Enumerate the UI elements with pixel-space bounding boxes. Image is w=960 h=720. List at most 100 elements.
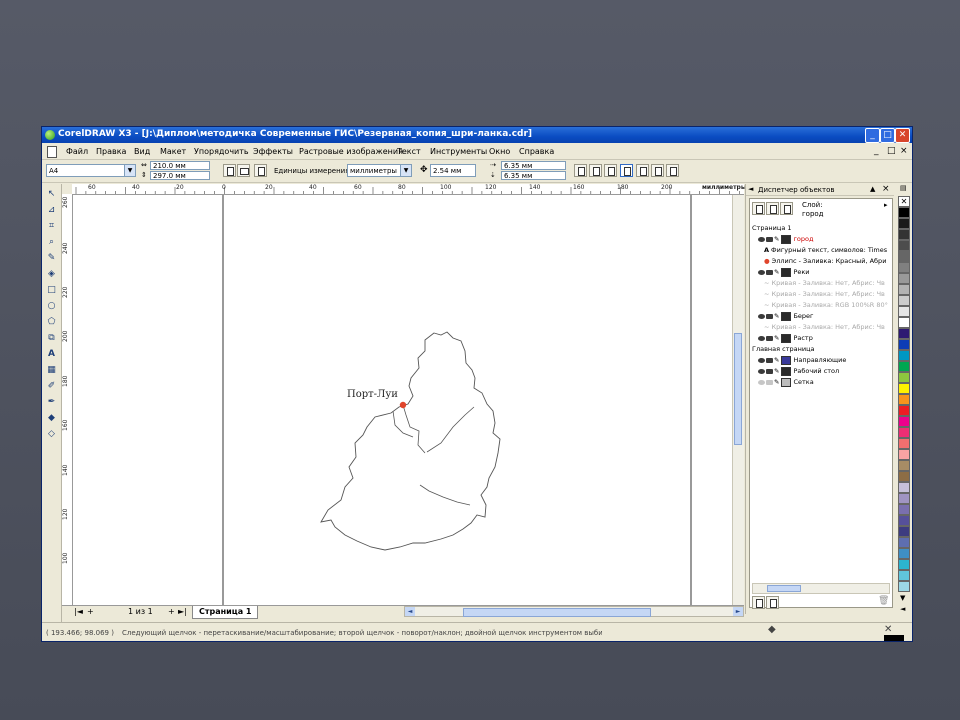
layer-manager-view-button[interactable] [780, 202, 793, 215]
pencil-icon[interactable]: ✎ [774, 312, 779, 320]
fill-tool[interactable]: ◆ [45, 412, 58, 425]
color-swatch[interactable] [898, 383, 910, 394]
eye-icon[interactable] [758, 368, 765, 374]
color-swatch[interactable] [898, 548, 910, 559]
doc-restore-button[interactable]: □ [887, 146, 896, 156]
show-properties-button[interactable] [752, 202, 765, 215]
ruler-left[interactable]: 260 240 220 200 180 160 140 120 100 [62, 194, 73, 605]
pencil-icon[interactable]: ✎ [774, 378, 779, 386]
snap-guides-button[interactable] [589, 164, 602, 177]
edit-across-layers-button[interactable] [766, 202, 779, 215]
color-swatch[interactable] [898, 372, 910, 383]
rectangle-tool[interactable]: □ [45, 284, 58, 297]
layer-color-swatch[interactable] [781, 333, 792, 343]
duplicate-x-field[interactable]: 6.35 мм [501, 161, 566, 170]
add-page-before-button[interactable]: + [87, 606, 94, 618]
tree-item[interactable]: ✎ город [750, 234, 898, 244]
color-swatch[interactable] [898, 284, 910, 295]
horizontal-scrollbar[interactable]: ◄ ► [404, 606, 744, 617]
snap-grid-button[interactable] [574, 164, 587, 177]
tree-item[interactable]: Главная страница [750, 344, 892, 354]
docker-collapse-button[interactable]: ▲ [870, 185, 875, 193]
menu-file[interactable]: Файл [66, 147, 88, 156]
options-button[interactable] [651, 164, 664, 177]
drawing-canvas[interactable]: Порт-Луи [73, 195, 743, 605]
tree-item[interactable]: Страница 1 [750, 223, 892, 233]
page-width-field[interactable]: 210.0 мм [150, 161, 210, 170]
first-page-button[interactable]: |◄ [74, 606, 83, 618]
menu-edit[interactable]: Правка [96, 147, 126, 156]
nudge-field[interactable]: 2.54 мм [430, 164, 476, 177]
portrait-button[interactable] [223, 164, 236, 177]
docker-menu-button[interactable]: ▸ [884, 201, 888, 209]
outline-tool[interactable]: ✒ [45, 396, 58, 409]
paper-size-select[interactable]: A4 ▼ [46, 164, 136, 177]
layer-color-swatch[interactable] [781, 355, 792, 365]
interactive-fill-tool[interactable]: ◇ [45, 428, 58, 441]
menu-view[interactable]: Вид [134, 147, 150, 156]
polygon-tool[interactable]: ⬠ [45, 316, 58, 329]
treat-as-filled-button[interactable] [636, 164, 649, 177]
pencil-icon[interactable]: ✎ [774, 356, 779, 364]
scroll-right-arrow[interactable]: ► [733, 607, 743, 616]
printer-icon[interactable] [766, 379, 773, 385]
color-swatch[interactable] [898, 493, 910, 504]
all-pages-button[interactable] [254, 164, 267, 177]
color-swatch[interactable] [898, 339, 910, 350]
ruler-top[interactable]: 60 40 20 0 20 40 60 80 100 120 140 160 1… [72, 184, 746, 195]
pencil-icon[interactable]: ✎ [774, 235, 779, 243]
tree-item[interactable]: ~ Кривая - Заливка: Нет, Абрис: Чв [750, 278, 904, 288]
interactive-blend-tool[interactable]: ▦ [45, 364, 58, 377]
maximize-button[interactable]: □ [880, 128, 895, 143]
color-swatch[interactable] [898, 460, 910, 471]
color-swatch[interactable] [898, 240, 910, 251]
no-color-swatch[interactable]: ✕ [898, 196, 910, 207]
tree-item[interactable]: ✎ Направляющие [750, 355, 898, 365]
color-swatch[interactable] [898, 482, 910, 493]
eye-icon[interactable] [758, 335, 765, 341]
eye-icon[interactable] [758, 357, 765, 363]
title-bar[interactable]: CorelDRAW X3 - [J:\Диплом\методичка Совр… [42, 127, 912, 143]
pencil-icon[interactable]: ✎ [774, 367, 779, 375]
color-swatch[interactable] [898, 559, 910, 570]
color-swatch[interactable] [898, 449, 910, 460]
eyedropper-tool[interactable]: ✐ [45, 380, 58, 393]
menu-help[interactable]: Справка [519, 147, 554, 156]
palette-menu-icon[interactable]: ▤ [900, 184, 907, 192]
new-master-layer-button[interactable] [766, 596, 779, 609]
menu-arrange[interactable]: Упорядочить [194, 147, 249, 156]
color-swatch[interactable] [898, 405, 910, 416]
palette-scroll-down[interactable]: ▼ [900, 594, 905, 602]
scale-button[interactable] [666, 164, 679, 177]
color-swatch[interactable] [898, 273, 910, 284]
menu-effects[interactable]: Эффекты [253, 147, 293, 156]
document-icon[interactable] [47, 146, 57, 158]
pick-tool[interactable]: ↖ [45, 188, 58, 201]
color-swatch[interactable] [898, 317, 910, 328]
menu-text[interactable]: Текст [397, 147, 421, 156]
eye-icon[interactable] [758, 379, 765, 385]
port-louis-marker[interactable] [399, 401, 407, 409]
color-swatch[interactable] [898, 328, 910, 339]
color-swatch[interactable] [898, 295, 910, 306]
zoom-tool[interactable]: ⌕ [45, 236, 58, 249]
color-swatch[interactable] [898, 229, 910, 240]
tree-item[interactable]: ✎ Берег [750, 311, 898, 321]
tree-item[interactable]: ✎ Рабочий стол [750, 366, 898, 376]
menu-window[interactable]: Окно [489, 147, 510, 156]
color-swatch[interactable] [898, 207, 910, 218]
color-swatch[interactable] [898, 350, 910, 361]
color-swatch[interactable] [898, 515, 910, 526]
eye-icon[interactable] [758, 313, 765, 319]
add-page-after-button[interactable]: + [168, 606, 175, 618]
ellipse-tool[interactable]: ○ [45, 300, 58, 313]
palette-expand-arrow[interactable]: ◄ [900, 605, 905, 613]
units-select[interactable]: миллиметры ▼ [347, 164, 412, 177]
printer-icon[interactable] [766, 313, 773, 319]
landscape-button[interactable] [237, 164, 250, 177]
pencil-icon[interactable]: ✎ [774, 334, 779, 342]
text-tool[interactable]: A [45, 348, 58, 361]
printer-icon[interactable] [766, 269, 773, 275]
color-swatch[interactable] [898, 416, 910, 427]
menu-bitmaps[interactable]: Растровые изображения [299, 147, 403, 156]
